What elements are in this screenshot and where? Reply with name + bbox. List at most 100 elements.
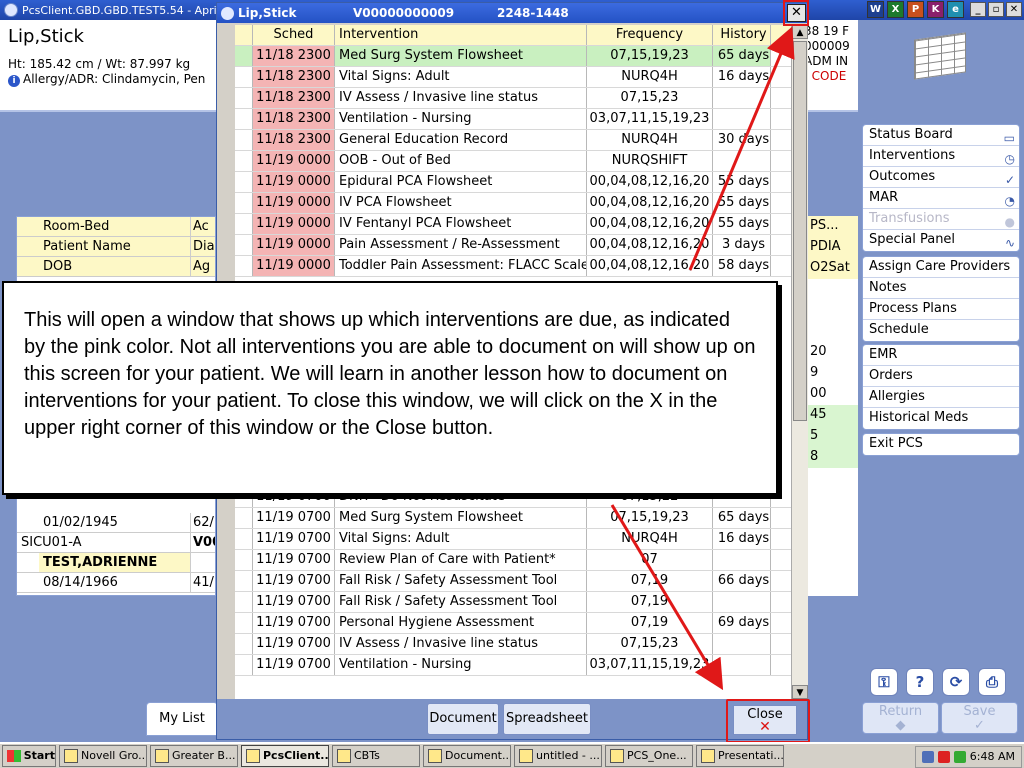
row-selector[interactable] <box>235 67 253 87</box>
return-button[interactable]: Return ◆ <box>862 702 939 734</box>
table-header-row[interactable]: Room-Bed Ac <box>17 217 215 237</box>
intervention-row[interactable]: 11/19 0000 IV Fentanyl PCA Flowsheet 00,04… <box>235 214 791 235</box>
taskbar-item[interactable]: Presentati... <box>696 745 784 767</box>
row-selector[interactable] <box>235 613 253 633</box>
nav-special-panel[interactable]: Special Panel ∿ <box>863 230 1019 251</box>
taskbar-item[interactable]: Document... <box>423 745 511 767</box>
taskbar-item[interactable]: Novell Gro... <box>59 745 147 767</box>
nav-emr[interactable]: EMR <box>863 345 1019 366</box>
row-selector[interactable] <box>235 550 253 570</box>
column-header-intervention[interactable]: Intervention <box>335 25 587 45</box>
column-header-frequency[interactable]: Frequency <box>587 25 713 45</box>
antivirus-icon[interactable] <box>937 751 950 763</box>
row-selector[interactable] <box>235 214 253 234</box>
column-header-sched[interactable]: Sched <box>253 25 335 45</box>
row-selector[interactable] <box>235 46 253 66</box>
scroll-up-icon[interactable]: ▲ <box>792 25 808 39</box>
print-icon[interactable]: ⎙ <box>978 668 1006 696</box>
intervention-row[interactable]: 11/19 0700 Ventilation - Nursing 03,07,11,… <box>235 655 791 676</box>
browser-icon[interactable]: e <box>947 1 964 18</box>
intervention-row[interactable]: 11/19 0700 Med Surg System Flowsheet 07,15… <box>235 508 791 529</box>
intervention-row[interactable]: 11/19 0000 OOB - Out of Bed NURQSHIFT <box>235 151 791 172</box>
table-row[interactable]: TEST,ADRIENNE <box>17 553 215 573</box>
intervention-row[interactable]: 11/19 0000 Toddler Pain Assessment: FLACC… <box>235 256 791 277</box>
intervention-row[interactable]: 11/18 2300 General Education Record NURQ4H… <box>235 130 791 151</box>
table-header-row[interactable]: Patient Name Dia <box>17 237 215 257</box>
nav-orders[interactable]: Orders <box>863 366 1019 387</box>
nav-historical-meds[interactable]: Historical Meds <box>863 408 1019 429</box>
help-icon[interactable]: ? <box>906 668 934 696</box>
row-selector[interactable] <box>235 172 253 192</box>
table-row[interactable]: 01/02/1945 62/ <box>17 513 215 533</box>
close-app-button[interactable]: ✕ <box>1006 2 1022 17</box>
intervention-row[interactable]: 11/19 0700 Fall Risk / Safety Assessment … <box>235 571 791 592</box>
taskbar-item[interactable]: untitled - ... <box>514 745 602 767</box>
taskbar-item[interactable]: PCS_One... <box>605 745 693 767</box>
restore-button[interactable]: ▫ <box>988 2 1004 17</box>
row-selector[interactable] <box>235 571 253 591</box>
taskbar-item-active[interactable]: PcsClient... <box>241 745 329 767</box>
intervention-row[interactable]: 11/19 0000 Pain Assessment / Re-Assessmen… <box>235 235 791 256</box>
minimize-button[interactable]: _ <box>970 2 986 17</box>
nav-outcomes[interactable]: Outcomes ✓ <box>863 167 1019 188</box>
row-selector[interactable] <box>235 193 253 213</box>
nav-status-board[interactable]: Status Board ▭ <box>863 125 1019 146</box>
nav-assign-care-providers[interactable]: Assign Care Providers <box>863 257 1019 278</box>
nav-schedule[interactable]: Schedule <box>863 320 1019 341</box>
table-row[interactable]: 08/14/1966 41/ <box>17 573 215 593</box>
network-icon[interactable] <box>921 751 934 763</box>
intervention-row[interactable]: 11/19 0000 Epidural PCA Flowsheet 00,04,08… <box>235 172 791 193</box>
intervention-row[interactable]: 11/18 2300 Ventilation - Nursing 03,07,11,… <box>235 109 791 130</box>
scroll-thumb[interactable] <box>793 41 807 421</box>
intervention-row[interactable]: 11/18 2300 Vital Signs: Adult NURQ4H 16 day… <box>235 67 791 88</box>
refresh-icon[interactable]: ⟳ <box>942 668 970 696</box>
row-selector[interactable] <box>235 151 253 171</box>
spreadsheet-button[interactable]: Spreadsheet <box>503 703 591 735</box>
table-header-row[interactable]: DOB Ag <box>17 257 215 277</box>
powerpoint-icon[interactable]: P <box>907 1 924 18</box>
row-selector[interactable] <box>235 508 253 528</box>
nav-notes[interactable]: Notes <box>863 278 1019 299</box>
intervention-row[interactable]: 11/19 0700 Vital Signs: Adult NURQ4H 16 day… <box>235 529 791 550</box>
nav-process-plans[interactable]: Process Plans <box>863 299 1019 320</box>
nav-mar[interactable]: MAR ◔ <box>863 188 1019 209</box>
column-header[interactable]: PDIA <box>807 237 858 258</box>
excel-icon[interactable]: X <box>887 1 904 18</box>
taskbar-item[interactable]: Greater B... <box>150 745 238 767</box>
row-selector[interactable] <box>235 109 253 129</box>
volume-icon[interactable] <box>953 751 966 763</box>
nav-interventions[interactable]: Interventions ◷ <box>863 146 1019 167</box>
column-header[interactable]: O2Sat <box>807 258 858 279</box>
nav-allergies[interactable]: Allergies <box>863 387 1019 408</box>
row-selector[interactable] <box>235 235 253 255</box>
key-icon[interactable]: K <box>927 1 944 18</box>
tab-my-list[interactable]: My List <box>146 702 218 736</box>
column-header-history[interactable]: History <box>713 25 771 45</box>
intervention-row[interactable]: 11/19 0700 Fall Risk / Safety Assessment … <box>235 592 791 613</box>
patient-allergy[interactable]: i Allergy/ADR: Clindamycin, Pen <box>8 72 205 87</box>
start-button[interactable]: Start <box>2 745 56 767</box>
row-selector[interactable] <box>235 634 253 654</box>
intervention-row[interactable]: 11/18 2300 IV Assess / Invasive line stat… <box>235 88 791 109</box>
lock-icon[interactable]: ⚿ <box>870 668 898 696</box>
column-header[interactable]: PS... <box>807 216 858 237</box>
taskbar-item[interactable]: CBTs <box>332 745 420 767</box>
table-row[interactable]: SICU01-AV00 <box>17 533 215 553</box>
row-selector[interactable] <box>235 655 253 675</box>
scroll-down-icon[interactable]: ▼ <box>792 685 808 699</box>
word-icon[interactable]: W <box>867 1 884 18</box>
intervention-row[interactable]: 11/19 0700 Review Plan of Care with Patie… <box>235 550 791 571</box>
intervention-row[interactable]: 11/19 0700 Personal Hygiene Assessment 07,… <box>235 613 791 634</box>
document-button[interactable]: Document <box>427 703 499 735</box>
intervention-row[interactable]: 11/19 0700 IV Assess / Invasive line stat… <box>235 634 791 655</box>
row-selector[interactable] <box>235 256 253 276</box>
save-button[interactable]: Save ✓ <box>941 702 1018 734</box>
grid-scrollbar[interactable]: ▲ ▼ <box>791 25 808 699</box>
intervention-row[interactable]: 11/19 0000 IV PCA Flowsheet 00,04,08,12,16… <box>235 193 791 214</box>
intervention-row[interactable]: 11/18 2300 Med Surg System Flowsheet 07,15… <box>235 46 791 67</box>
row-selector[interactable] <box>235 529 253 549</box>
row-selector[interactable] <box>235 88 253 108</box>
nav-exit-pcs[interactable]: Exit PCS <box>863 434 1019 455</box>
row-selector[interactable] <box>235 592 253 612</box>
row-selector[interactable] <box>235 130 253 150</box>
